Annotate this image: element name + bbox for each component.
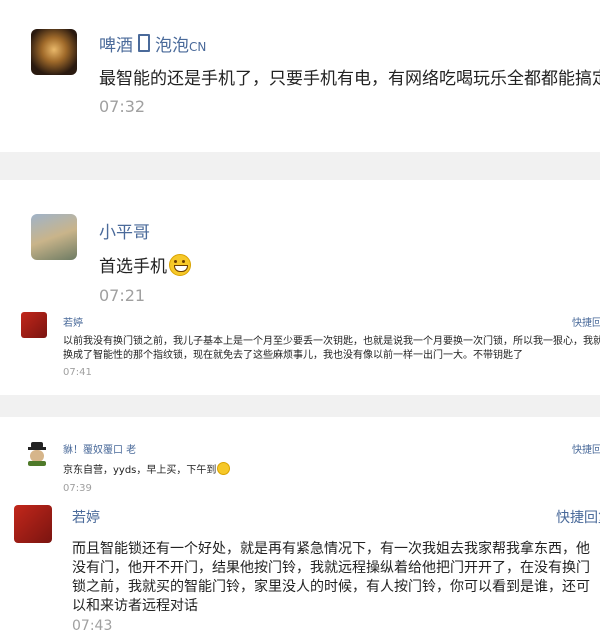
comment-text: 以前我没有换门锁之前，我儿子基本上是一个月至少要丢一次钥匙，也就是说我一个月要换…: [63, 336, 600, 347]
comment-text: 锁之前，我就买的智能门铃，家里没人的时候，有人按门铃，你可以看到是谁，还可: [72, 579, 590, 595]
comment-time: 07:41: [63, 367, 92, 378]
section-divider: [0, 152, 600, 180]
comment-text: 最智能的还是手机了，只要手机有电，有网络吃喝玩乐全都都能搞定！: [99, 69, 600, 89]
comment-text: 换成了智能性的那个指纹锁，现在就免去了这些麻烦事儿，我也没有像以前一样一出门一大…: [63, 350, 523, 361]
quick-reply-link[interactable]: 快捷回: [572, 314, 600, 329]
quick-reply-link[interactable]: 快捷回: [572, 441, 600, 456]
cup-icon: [138, 34, 150, 52]
comment-text: 首选手机: [99, 254, 191, 280]
comment-author[interactable]: 小平哥: [99, 218, 150, 243]
comment-text: 没有门，他开不开门，结果他按门铃，我就远程操纵着给他把门开开了，在没有换门: [72, 560, 590, 576]
comment-time: 07:21: [99, 286, 146, 305]
comment-author[interactable]: 若婷: [63, 314, 83, 329]
quick-reply-link[interactable]: 快捷回复: [556, 507, 600, 527]
comment-time: 07:43: [72, 618, 113, 634]
grin-emoji-icon: [169, 254, 191, 276]
avatar[interactable]: [31, 214, 77, 260]
comment-text: 以和来访者远程对话: [72, 598, 198, 614]
smile-emoji-icon: [217, 462, 231, 475]
comment-time: 07:32: [99, 97, 146, 116]
comment-time: 07:39: [63, 483, 92, 494]
comment-text: 而且智能锁还有一个好处，就是再有紧急情况下，有一次我姐去我家帮我拿东西，他: [72, 541, 590, 557]
avatar[interactable]: [31, 29, 77, 75]
comment-author[interactable]: 貅！覆奴覆口 老: [63, 441, 136, 456]
avatar[interactable]: [24, 440, 50, 466]
comment-author[interactable]: 若婷: [72, 507, 100, 527]
section-divider: [0, 395, 600, 417]
comment-text: 京东自营，yyds，早上买，下午到: [63, 462, 231, 478]
avatar[interactable]: [14, 505, 52, 543]
comment-author[interactable]: 啤酒 泡泡CN: [99, 31, 206, 56]
avatar[interactable]: [21, 312, 47, 338]
